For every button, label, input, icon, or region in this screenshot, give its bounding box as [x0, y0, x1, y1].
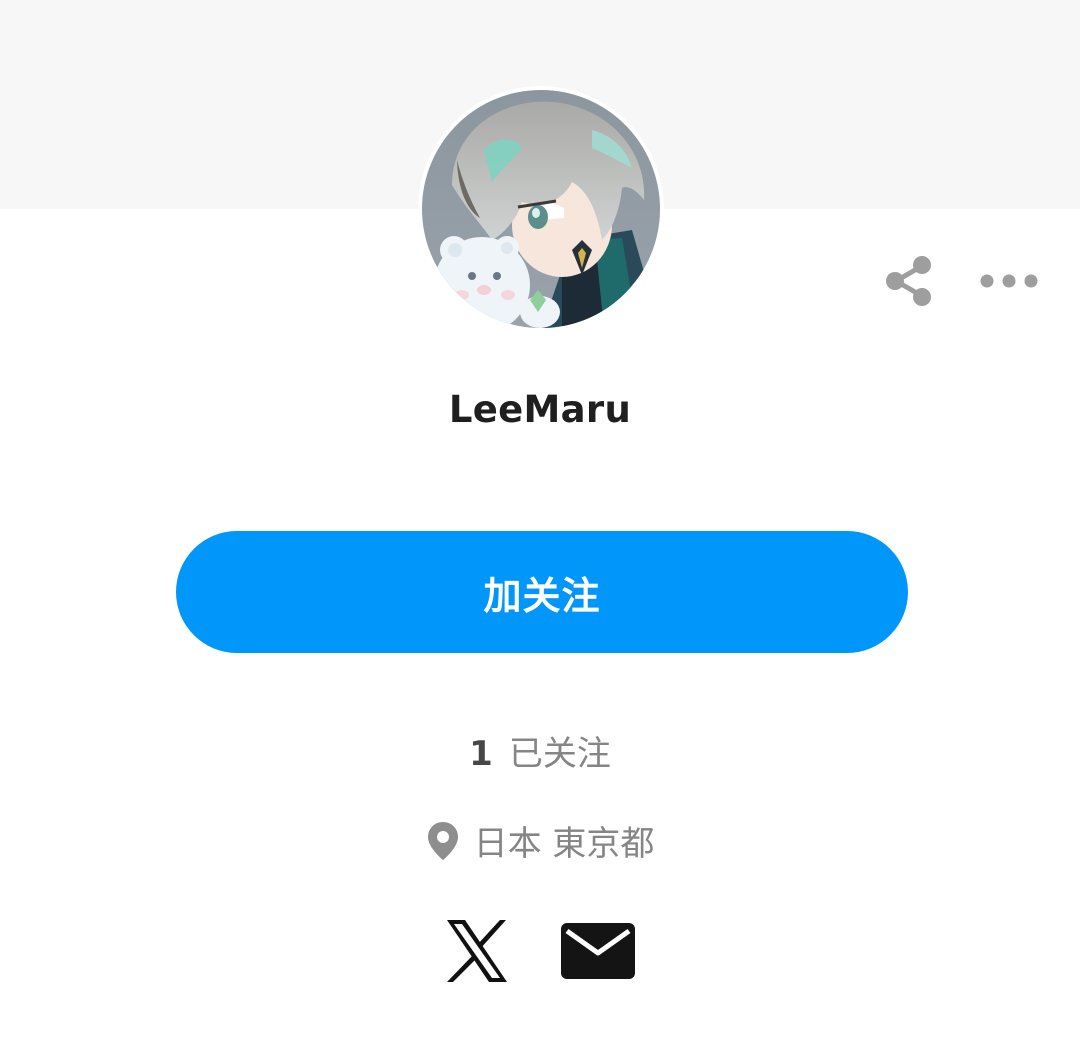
mail-icon: [561, 923, 635, 979]
mail-link[interactable]: [561, 923, 635, 979]
x-logo-icon: [447, 920, 507, 982]
location-text: 日本 東京都: [473, 824, 655, 864]
location: 日本 東京都: [0, 816, 1080, 865]
username: LeeMaru: [448, 388, 632, 431]
location-pin-icon: [427, 821, 458, 860]
follow-button[interactable]: 加关注: [176, 531, 908, 653]
avatar-image: [422, 90, 660, 328]
more-horizontal-icon: [980, 274, 1038, 288]
share-button[interactable]: [880, 252, 938, 310]
more-options-button[interactable]: [976, 262, 1042, 300]
following-label: 已关注: [508, 734, 611, 774]
following-count: 1: [469, 734, 493, 774]
social-links: [0, 918, 1080, 984]
share-icon: [886, 256, 931, 306]
x-link[interactable]: [445, 918, 509, 984]
following-stats[interactable]: 1 已关注: [0, 726, 1080, 775]
avatar[interactable]: [418, 86, 664, 332]
